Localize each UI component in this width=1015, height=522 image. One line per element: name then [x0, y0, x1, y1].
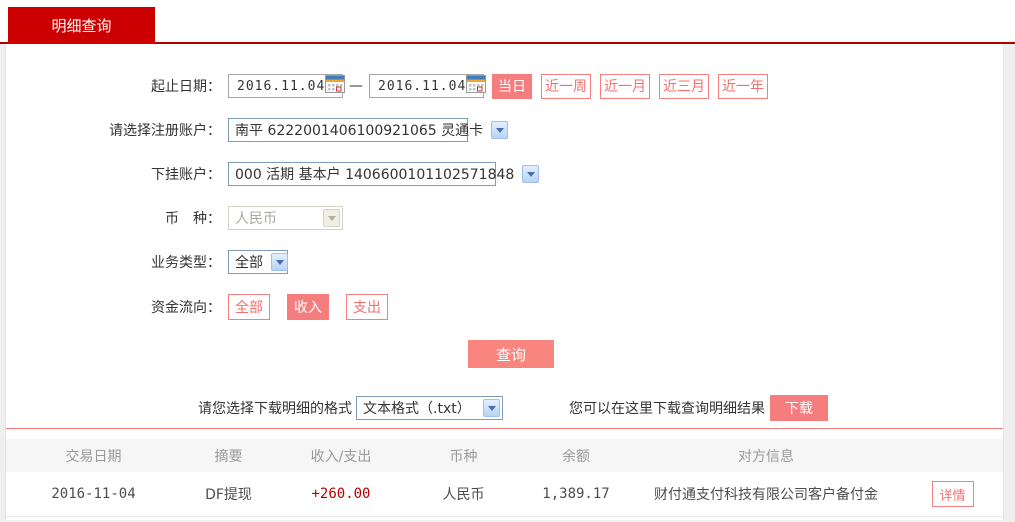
register-account-select[interactable]: 南平 6222001406100921065 灵通卡: [228, 118, 509, 142]
quick-button-year[interactable]: 近一年: [718, 73, 768, 99]
cell-amount: +260.00: [311, 486, 371, 502]
download-hint-text: 您可以在这里下载查询明细结果: [569, 401, 765, 417]
cell-summary: DF提现: [205, 487, 252, 503]
header-income-expense: 收入/支出: [310, 448, 372, 465]
business-type-label: 业务类型：: [151, 255, 221, 271]
date-range-separator: —: [349, 78, 363, 94]
quick-range-buttons: 当日 近一周 近一月 近三月 近一年: [492, 73, 777, 99]
table-header-row: 交易日期 摘要 收入/支出 币种 余额 对方信息: [6, 439, 1003, 472]
register-account-row: 请选择注册账户： 南平 6222001406100921065 灵通卡: [6, 118, 1003, 142]
query-button[interactable]: 查询: [468, 340, 554, 368]
sub-account-value: 000 活期 基本户 1406600101102571848: [235, 167, 515, 183]
calendar-icon[interactable]: [466, 75, 487, 97]
chevron-down-icon: [271, 253, 288, 271]
page: 明细查询 起止日期： 2016.11.04 — 2016.11.04 当日 近一…: [0, 0, 1015, 520]
business-type-value: 全部: [235, 255, 263, 271]
sub-account-select[interactable]: 000 活期 基本户 1406600101102571848: [228, 162, 540, 186]
header-trade-date: 交易日期: [65, 448, 122, 465]
download-button[interactable]: 下载: [770, 395, 828, 421]
cell-balance: 1,389.17: [542, 486, 610, 502]
quick-button-month[interactable]: 近一月: [600, 73, 650, 99]
fund-flow-label: 资金流向：: [151, 300, 221, 316]
fund-flow-income-button[interactable]: 收入: [287, 294, 329, 320]
currency-row: 币 种： 人民币: [6, 206, 1003, 230]
chevron-down-icon: [323, 209, 340, 227]
results-table: 交易日期 摘要 收入/支出 币种 余额 对方信息 2016-11-04 DF提现…: [6, 428, 1003, 517]
start-date-input[interactable]: 2016.11.04: [228, 74, 346, 98]
table-row: 2016-11-04 DF提现 +260.00 人民币 1,389.17 财付通…: [6, 472, 1003, 517]
quick-button-today[interactable]: 当日: [492, 73, 532, 99]
download-format-select[interactable]: 文本格式（.txt）: [356, 396, 503, 420]
fund-flow-all-button[interactable]: 全部: [228, 294, 270, 320]
download-format-value: 文本格式（.txt）: [363, 401, 471, 417]
fund-flow-expense-button[interactable]: 支出: [346, 294, 388, 320]
query-panel: 起止日期： 2016.11.04 — 2016.11.04 当日 近一周 近一月…: [5, 44, 1004, 520]
query-button-row: 查询: [6, 340, 1003, 368]
tab-bar: 明细查询: [0, 0, 1015, 44]
download-row: 请您选择下载明细的格式 文本格式（.txt） 您可以在这里下载查询明细结果 下载: [6, 395, 1003, 421]
header-summary: 摘要: [214, 448, 243, 465]
currency-value: 人民币: [235, 211, 277, 227]
register-account-label: 请选择注册账户：: [109, 123, 221, 139]
header-counterparty: 对方信息: [738, 448, 794, 465]
quick-button-week[interactable]: 近一周: [541, 73, 591, 99]
fund-flow-buttons: 全部 收入 支出: [228, 294, 405, 320]
download-format-label: 请您选择下载明细的格式: [198, 401, 352, 417]
currency-select: 人民币: [228, 206, 343, 230]
end-date-input[interactable]: 2016.11.04: [369, 74, 487, 98]
business-type-select[interactable]: 全部: [228, 250, 288, 274]
header-balance: 余额: [562, 448, 590, 465]
register-account-value: 南平 6222001406100921065 灵通卡: [235, 123, 484, 139]
detail-button[interactable]: 详情: [931, 481, 974, 507]
business-type-row: 业务类型： 全部: [6, 250, 1003, 274]
cell-counterparty: 财付通支付科技有限公司客户备付金: [654, 487, 878, 503]
chevron-down-icon: [483, 399, 500, 417]
tab-detail-query[interactable]: 明细查询: [8, 7, 155, 44]
currency-label: 币 种：: [165, 211, 221, 227]
cell-trade-date: 2016-11-04: [51, 486, 136, 502]
sub-account-row: 下挂账户： 000 活期 基本户 1406600101102571848: [6, 162, 1003, 186]
chevron-down-icon: [491, 121, 509, 139]
sub-account-label: 下挂账户：: [151, 167, 221, 183]
header-currency: 币种: [449, 448, 478, 465]
fund-flow-row: 资金流向： 全部 收入 支出: [6, 294, 1003, 320]
quick-button-quarter[interactable]: 近三月: [659, 73, 709, 99]
date-range-label: 起止日期：: [151, 79, 221, 95]
date-range-row: 起止日期： 2016.11.04 — 2016.11.04 当日 近一周 近一月…: [6, 73, 1003, 99]
end-date-value: 2016.11.04: [378, 78, 467, 94]
calendar-icon[interactable]: [325, 75, 346, 97]
chevron-down-icon: [522, 165, 540, 183]
cell-currency: 人民币: [442, 487, 485, 503]
start-date-value: 2016.11.04: [237, 78, 326, 94]
